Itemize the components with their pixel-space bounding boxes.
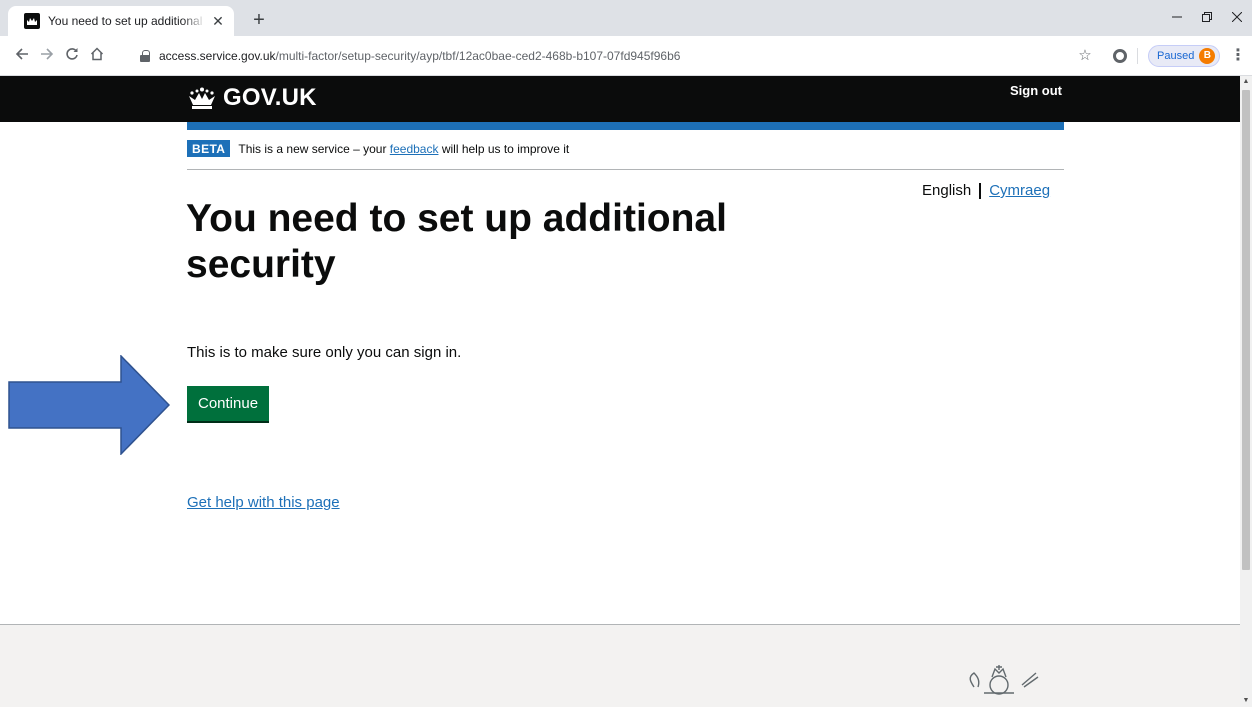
address-bar[interactable]: access.service.gov.uk/multi-factor/setup… [140, 44, 1072, 68]
annotation-arrow-icon [8, 355, 170, 455]
body-text: This is to make sure only you can sign i… [187, 344, 462, 361]
language-cymraeg-link[interactable]: Cymraeg [989, 182, 1050, 199]
home-icon[interactable] [85, 44, 109, 68]
tab-close-icon[interactable]: ✕ [210, 13, 226, 29]
phase-banner: BETA This is a new service – your feedba… [187, 140, 1064, 170]
browser-tab-strip: You need to set up additional security ✕… [0, 0, 1252, 36]
extension-icon[interactable] [1113, 49, 1127, 63]
scroll-down-icon[interactable]: ▼ [1240, 695, 1252, 707]
toolbar-divider [1137, 48, 1138, 64]
govuk-header: GOV.UK Sign out [0, 76, 1240, 122]
tab-title: You need to set up additional security [48, 14, 206, 28]
phase-banner-text: This is a new service – your feedback wi… [238, 142, 570, 156]
govuk-favicon-icon [24, 13, 40, 29]
feedback-link[interactable]: feedback [390, 142, 439, 156]
close-window-icon[interactable] [1222, 6, 1252, 30]
page-footer [0, 624, 1240, 707]
restore-icon[interactable] [1192, 6, 1222, 30]
page-viewport: GOV.UK Sign out BETA This is a new servi… [0, 76, 1240, 707]
scroll-up-icon[interactable]: ▲ [1240, 76, 1252, 88]
crown-icon [189, 87, 215, 109]
profile-status: Paused [1157, 50, 1195, 62]
back-arrow-icon[interactable] [10, 44, 34, 68]
browser-tab[interactable]: You need to set up additional security ✕ [8, 6, 234, 36]
royal-crest-icon [969, 665, 1039, 695]
reload-icon[interactable] [60, 44, 84, 68]
govuk-logo-link[interactable]: GOV.UK [187, 84, 317, 112]
beta-tag: BETA [187, 140, 231, 157]
continue-button[interactable]: Continue [187, 386, 270, 421]
lock-icon [140, 50, 150, 62]
browser-toolbar: access.service.gov.uk/multi-factor/setup… [0, 36, 1252, 76]
language-divider [979, 182, 982, 199]
get-help-link[interactable]: Get help with this page [187, 494, 340, 511]
header-blue-rule [187, 122, 1064, 130]
new-tab-button[interactable]: + [248, 10, 270, 32]
language-current: English [922, 182, 972, 199]
star-icon[interactable]: ☆ [1074, 44, 1096, 68]
page-scrollbar[interactable]: ▲ ▼ [1240, 76, 1252, 707]
minimize-icon[interactable] [1162, 6, 1192, 30]
language-switcher: English Cymraeg [922, 182, 1050, 199]
sign-out-link[interactable]: Sign out [1010, 83, 1062, 98]
profile-button[interactable]: Paused B [1148, 45, 1220, 67]
url-text: access.service.gov.uk/multi-factor/setup… [159, 49, 681, 63]
kebab-menu-icon[interactable]: ⋮ [1230, 44, 1246, 68]
scrollbar-thumb[interactable] [1242, 90, 1250, 570]
logo-text: GOV.UK [223, 84, 317, 111]
avatar: B [1199, 48, 1216, 64]
forward-arrow-icon[interactable] [35, 44, 59, 68]
page-title: You need to set up additional security [186, 197, 727, 286]
